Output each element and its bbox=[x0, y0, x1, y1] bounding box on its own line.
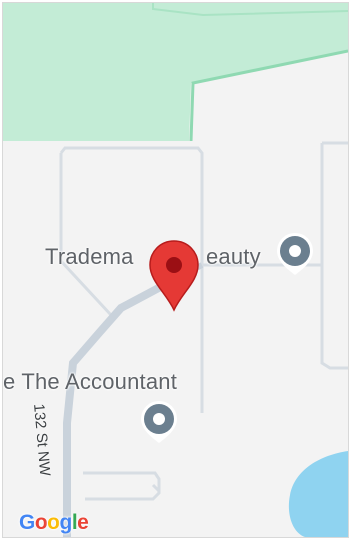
logo-letter-g2: g bbox=[59, 511, 73, 534]
place-label-beauty[interactable]: eauty bbox=[206, 244, 261, 270]
logo-letter-o1: o bbox=[34, 511, 48, 534]
logo-letter-e: e bbox=[77, 511, 89, 534]
pin-center bbox=[166, 257, 182, 273]
google-logo: Google bbox=[19, 511, 89, 535]
poi-inner bbox=[153, 413, 165, 425]
place-label-accountant[interactable]: e The Accountant bbox=[3, 369, 177, 395]
poi-icon[interactable] bbox=[275, 231, 315, 277]
map-view[interactable]: Tradema eauty e The Accountant 132 St NW… bbox=[2, 2, 349, 538]
map-pin-icon[interactable] bbox=[148, 239, 200, 313]
poi-icon[interactable] bbox=[139, 399, 179, 445]
pin-body bbox=[149, 240, 199, 312]
place-label-tradema[interactable]: Tradema bbox=[45, 244, 134, 270]
logo-letter-o2: o bbox=[47, 511, 60, 534]
poi-inner bbox=[289, 245, 301, 257]
logo-letter-g: G bbox=[19, 511, 35, 534]
